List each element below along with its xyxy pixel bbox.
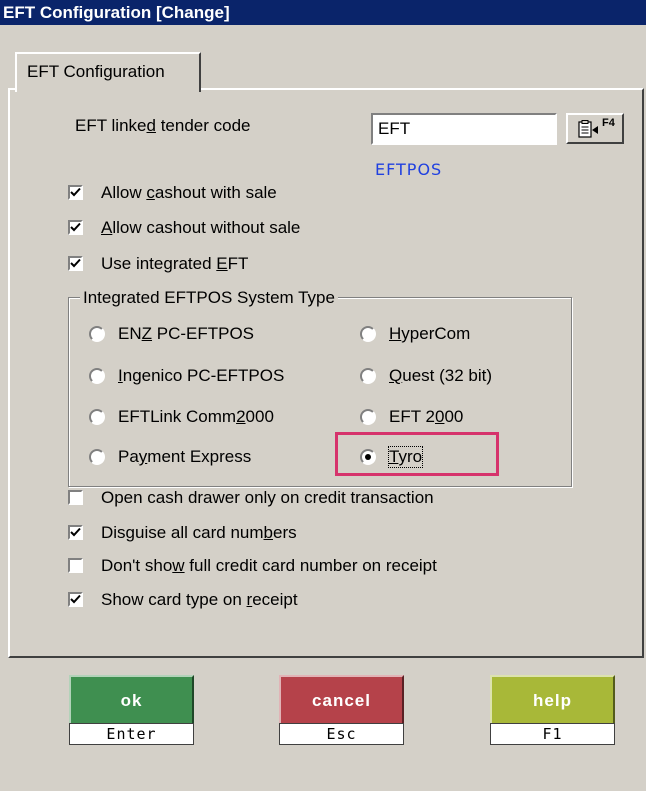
help-button-label: help [490,675,615,723]
radio-eft-2000[interactable] [360,409,376,425]
cancel-button[interactable]: cancel Esc [279,675,404,745]
allow-cashout-without-sale-checkbox[interactable] [68,220,83,235]
lookup-list-icon [578,120,598,138]
use-integrated-eft-label[interactable]: Use integrated EFT [101,254,248,274]
open-cash-drawer-label[interactable]: Open cash drawer only on credit transact… [101,488,434,508]
quest-32-bit-label[interactable]: Quest (32 bit) [389,366,492,386]
disguise-card-numbers-label[interactable]: Disguise all card numbers [101,523,297,543]
allow-cashout-without-sale-label[interactable]: Allow cashout without sale [101,218,300,238]
hypercom-label[interactable]: HyperCom [389,324,470,344]
checkmark-icon [70,527,81,537]
cancel-button-label: cancel [279,675,404,723]
lookup-key-hint: F4 [602,117,615,129]
tender-code-label: EFT linked tender code [75,116,251,135]
eftlink-comm2000-label[interactable]: EFTLink Comm2000 [118,407,274,427]
checkmark-icon [70,594,81,604]
payment-express-label[interactable]: Payment Express [118,447,251,467]
window-title: EFT Configuration [Change] [3,3,230,22]
allow-cashout-with-sale-label[interactable]: Allow cashout with sale [101,183,277,203]
tab-eft-configuration[interactable]: EFT Configuration [15,52,201,92]
checkmark-icon [70,258,81,268]
open-cash-drawer-checkbox[interactable] [68,490,83,505]
tyro-highlight-box [335,432,499,476]
disguise-card-numbers-checkbox[interactable] [68,525,83,540]
title-bar: EFT Configuration [Change] [0,0,646,25]
tender-lookup-button[interactable]: F4 [566,113,624,144]
cancel-key-hint: Esc [279,723,404,745]
tender-description: EFTPOS [375,160,443,179]
radio-payment-express[interactable] [89,449,105,465]
show-card-type-label[interactable]: Show card type on receipt [101,590,298,610]
help-button[interactable]: help F1 [490,675,615,745]
dont-show-full-card-number-checkbox[interactable] [68,558,83,573]
radio-eftlink-comm2000[interactable] [89,409,105,425]
enz-pc-eftpos-label[interactable]: ENZ PC-EFTPOS [118,324,254,344]
radio-quest-32-bit[interactable] [360,368,376,384]
radio-enz-pc-eftpos[interactable] [89,326,105,342]
ok-button[interactable]: ok Enter [69,675,194,745]
checkmark-icon [70,187,81,197]
radio-hypercom[interactable] [360,326,376,342]
use-integrated-eft-checkbox[interactable] [68,256,83,271]
ok-key-hint: Enter [69,723,194,745]
allow-cashout-with-sale-checkbox[interactable] [68,185,83,200]
dont-show-full-card-number-label[interactable]: Don't show full credit card number on re… [101,556,437,576]
ingenico-pc-eftpos-label[interactable]: Ingenico PC-EFTPOS [118,366,284,386]
checkmark-icon [70,222,81,232]
tender-code-input[interactable]: EFT [371,113,557,145]
eft-2000-label[interactable]: EFT 2000 [389,407,463,427]
group-title: Integrated EFTPOS System Type [80,288,338,308]
tab-label: EFT Configuration [27,62,165,81]
radio-ingenico-pc-eftpos[interactable] [89,368,105,384]
show-card-type-checkbox[interactable] [68,592,83,607]
ok-button-label: ok [69,675,194,723]
help-key-hint: F1 [490,723,615,745]
